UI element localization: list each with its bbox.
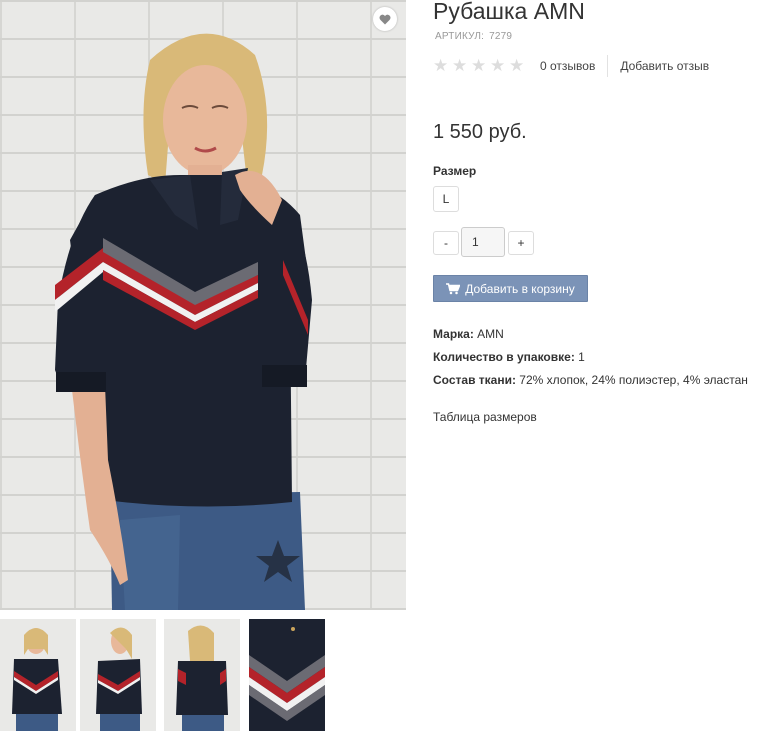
attribute-value: AMN — [477, 327, 504, 341]
star-icon[interactable]: ★ — [509, 57, 526, 74]
rating-row: ★ ★ ★ ★ ★ 0 отзывов Добавить отзыв — [433, 55, 709, 77]
attribute-value: 1 — [578, 350, 585, 364]
quantity-input[interactable]: 1 — [461, 227, 505, 257]
thumbnail-detail[interactable] — [249, 619, 325, 731]
thumbnail-strip — [0, 619, 406, 731]
attribute-fabric: Состав ткани: 72% хлопок, 24% полиэстер,… — [433, 372, 748, 395]
main-product-photo[interactable] — [0, 0, 406, 610]
thumbnail-front[interactable] — [0, 619, 76, 731]
size-option-l[interactable]: L — [433, 186, 459, 212]
product-title: Рубашка AMN — [433, 0, 585, 24]
sku-value: 7279 — [489, 31, 513, 42]
favorite-button[interactable] — [373, 7, 397, 31]
heart-icon — [379, 14, 391, 24]
star-icon[interactable]: ★ — [433, 57, 450, 74]
star-icon[interactable]: ★ — [452, 57, 469, 74]
product-price: 1 550 руб. — [433, 121, 527, 143]
star-icon[interactable]: ★ — [471, 57, 488, 74]
size-table-link[interactable]: Таблица размеров — [433, 410, 537, 424]
quantity-decrease-button[interactable]: - — [433, 231, 459, 255]
quantity-increase-button[interactable]: + — [508, 231, 534, 255]
sku-label: АРТИКУЛ: — [435, 31, 485, 42]
size-label: Размер — [433, 164, 477, 178]
thumbnail-side[interactable] — [80, 619, 156, 731]
reviews-count-link[interactable]: 0 отзывов — [540, 59, 595, 73]
attribute-brand: Марка: AMN — [433, 326, 748, 349]
product-attributes: Марка: AMN Количество в упаковке: 1 Сост… — [433, 326, 748, 395]
rating-stars[interactable]: ★ ★ ★ ★ ★ — [433, 57, 526, 74]
add-to-cart-button[interactable]: Добавить в корзину — [433, 275, 588, 302]
star-icon[interactable]: ★ — [490, 57, 507, 74]
cart-icon — [446, 282, 461, 294]
add-to-cart-label: Добавить в корзину — [465, 281, 575, 296]
attribute-value: 72% хлопок, 24% полиэстер, 4% эластан — [519, 373, 748, 387]
attribute-name: Количество в упаковке: — [433, 350, 575, 364]
attribute-name: Состав ткани: — [433, 373, 516, 387]
product-sku: АРТИКУЛ: 7279 — [433, 31, 512, 42]
add-review-link[interactable]: Добавить отзыв — [620, 59, 709, 73]
thumbnail-back[interactable] — [164, 619, 240, 731]
rating-divider — [607, 55, 609, 77]
attribute-pack-quantity: Количество в упаковке: 1 — [433, 349, 748, 372]
attribute-name: Марка: — [433, 327, 474, 341]
model-illustration — [55, 33, 312, 610]
